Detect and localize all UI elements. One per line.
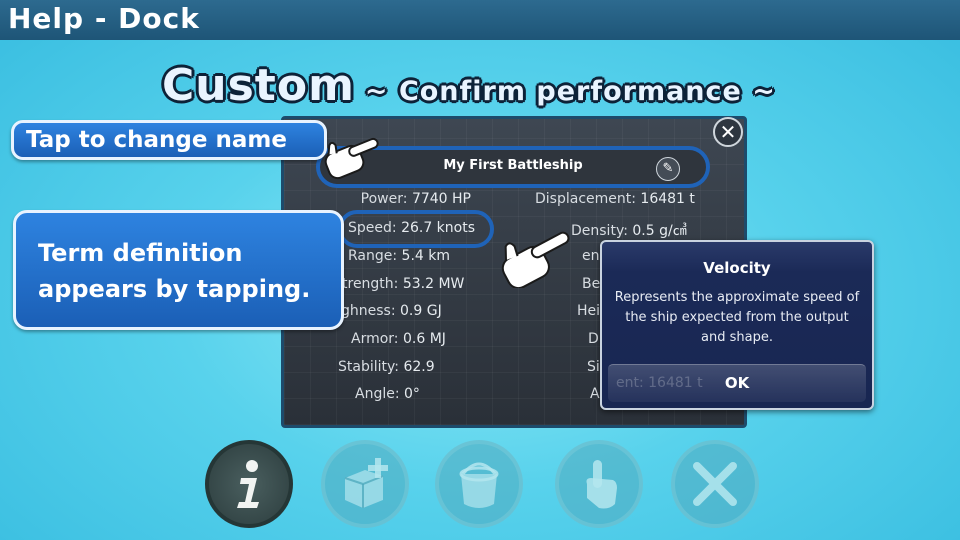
stat-toughness[interactable]: ghness: 0.9 GJ (341, 303, 442, 319)
close-icon[interactable]: ✕ (713, 117, 743, 147)
stat-strength[interactable]: trength: 53.2 MW (342, 276, 464, 292)
callout-term-text: Term definition appears by tapping. (38, 239, 311, 303)
stat-angle[interactable]: Angle: 0° (355, 386, 420, 402)
stat-density[interactable]: Density: 0.5 g/㎤ (571, 220, 687, 240)
callout-change-name: Tap to change name (11, 120, 327, 160)
dialog-title: Velocity (703, 259, 771, 277)
pointing-hand-icon (324, 137, 379, 180)
pencil-icon[interactable]: ✎ (656, 157, 680, 181)
headline-sub: ~ Confirm performance ~ (364, 76, 776, 107)
headline-main: Custom (162, 60, 355, 111)
tap-hand-icon (586, 460, 617, 509)
stat-right-3[interactable]: en (582, 248, 600, 264)
stat-right-8[interactable]: A (590, 386, 600, 402)
close-button[interactable] (671, 440, 759, 528)
ok-button[interactable]: ent: 16481 t OK (608, 364, 866, 402)
stat-power[interactable]: Power: 7740 HP (361, 191, 471, 207)
window-title: Help - Dock (8, 2, 200, 35)
close-icon (693, 462, 737, 506)
pointing-hand-icon (501, 231, 570, 288)
title-bar: Help - Dock (0, 0, 960, 40)
info-icon (237, 460, 259, 508)
ok-label: OK (724, 374, 750, 392)
speed-highlight-ring (338, 210, 494, 248)
paint-bucket-icon (459, 462, 499, 508)
stat-right-5[interactable]: Hei (577, 303, 600, 319)
info-button[interactable] (205, 440, 293, 528)
add-part-button[interactable] (321, 440, 409, 528)
callout-term-definition: Term definition appears by tapping. (13, 210, 344, 330)
stat-stability[interactable]: Stability: 62.9 (338, 359, 435, 375)
stat-right-4[interactable]: Be (582, 276, 600, 292)
term-definition-dialog: Velocity Represents the approximate spee… (600, 240, 874, 410)
stat-displacement[interactable]: Displacement: 16481 t (535, 191, 695, 207)
stat-armor[interactable]: Armor: 0.6 MJ (351, 331, 446, 347)
paint-button[interactable] (435, 440, 523, 528)
stat-right-6[interactable]: D (588, 331, 599, 347)
stat-right-7[interactable]: Si (587, 359, 600, 375)
callout-name-text: Tap to change name (26, 127, 287, 153)
stat-range[interactable]: Range: 5.4 km (348, 248, 450, 264)
tap-button[interactable] (555, 440, 643, 528)
page-headline: Custom ~ Confirm performance ~ (162, 60, 776, 111)
add-part-icon (344, 458, 388, 508)
dialog-body: Represents the approximate speed of the … (614, 290, 860, 345)
